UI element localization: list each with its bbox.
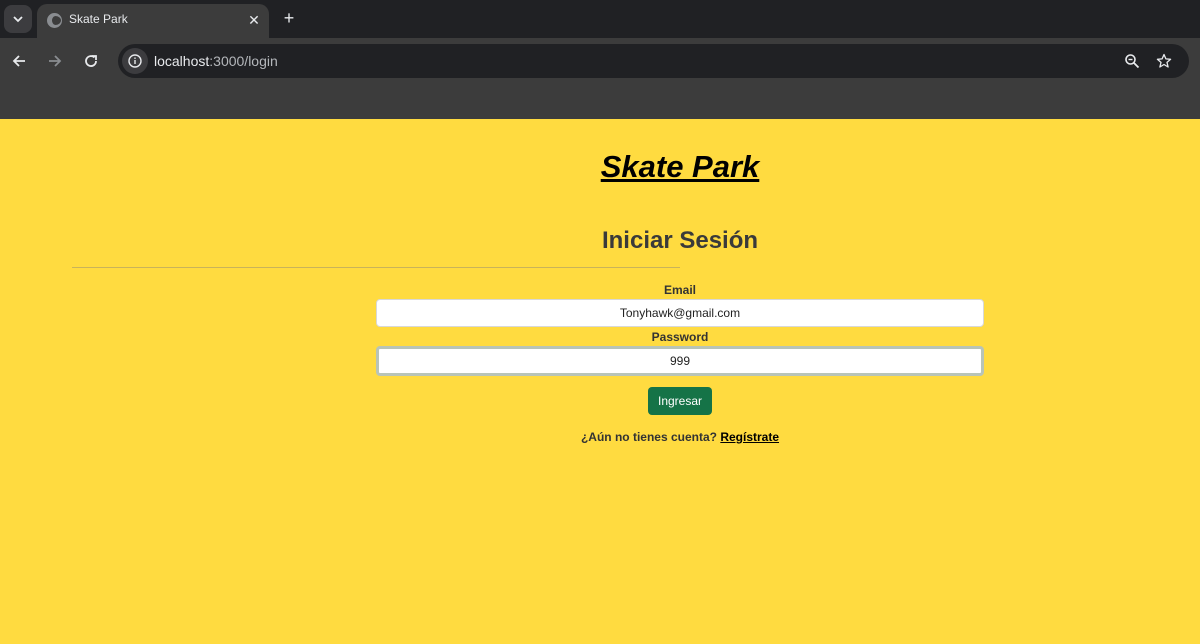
tab-title: Skate Park	[69, 12, 128, 26]
forward-icon[interactable]	[44, 50, 66, 72]
info-icon[interactable]	[122, 48, 148, 74]
password-label: Password	[651, 330, 709, 344]
browser-toolbar: localhost:3000/login	[0, 38, 1200, 84]
email-field[interactable]	[376, 299, 984, 327]
url-path: :3000/login	[209, 53, 278, 69]
section-title: Iniciar Sesión	[601, 227, 759, 254]
star-icon[interactable]	[1154, 51, 1174, 71]
plus-icon[interactable]: +	[278, 7, 300, 29]
url-host: localhost	[154, 53, 210, 69]
reload-icon[interactable]	[80, 50, 102, 72]
register-prompt-text: ¿Aún no tienes cuenta?	[580, 430, 717, 444]
email-label: Email	[663, 283, 696, 297]
address-bar[interactable]: localhost:3000/login	[118, 44, 1189, 78]
url-text: localhost:3000/login	[154, 53, 278, 69]
back-icon[interactable]	[8, 50, 30, 72]
zoom-icon[interactable]	[1122, 51, 1142, 71]
globe-icon	[47, 13, 62, 28]
password-field[interactable]	[376, 346, 984, 376]
close-icon[interactable]: ✕	[245, 11, 263, 29]
tab-strip: Skate Park ✕ +	[0, 0, 1200, 38]
site-title: Skate Park	[600, 149, 760, 184]
register-prompt: ¿Aún no tienes cuenta? Regístrate	[480, 430, 880, 444]
register-link[interactable]: Regístrate	[720, 430, 779, 444]
tab-skate-park[interactable]: Skate Park ✕	[37, 4, 269, 38]
bookmarks-bar	[0, 84, 1200, 119]
login-button[interactable]: Ingresar	[648, 387, 712, 415]
page-content: Skate Park Iniciar Sesión Email Password…	[0, 119, 1200, 644]
divider	[72, 267, 680, 268]
tab-search-icon[interactable]	[4, 5, 32, 33]
